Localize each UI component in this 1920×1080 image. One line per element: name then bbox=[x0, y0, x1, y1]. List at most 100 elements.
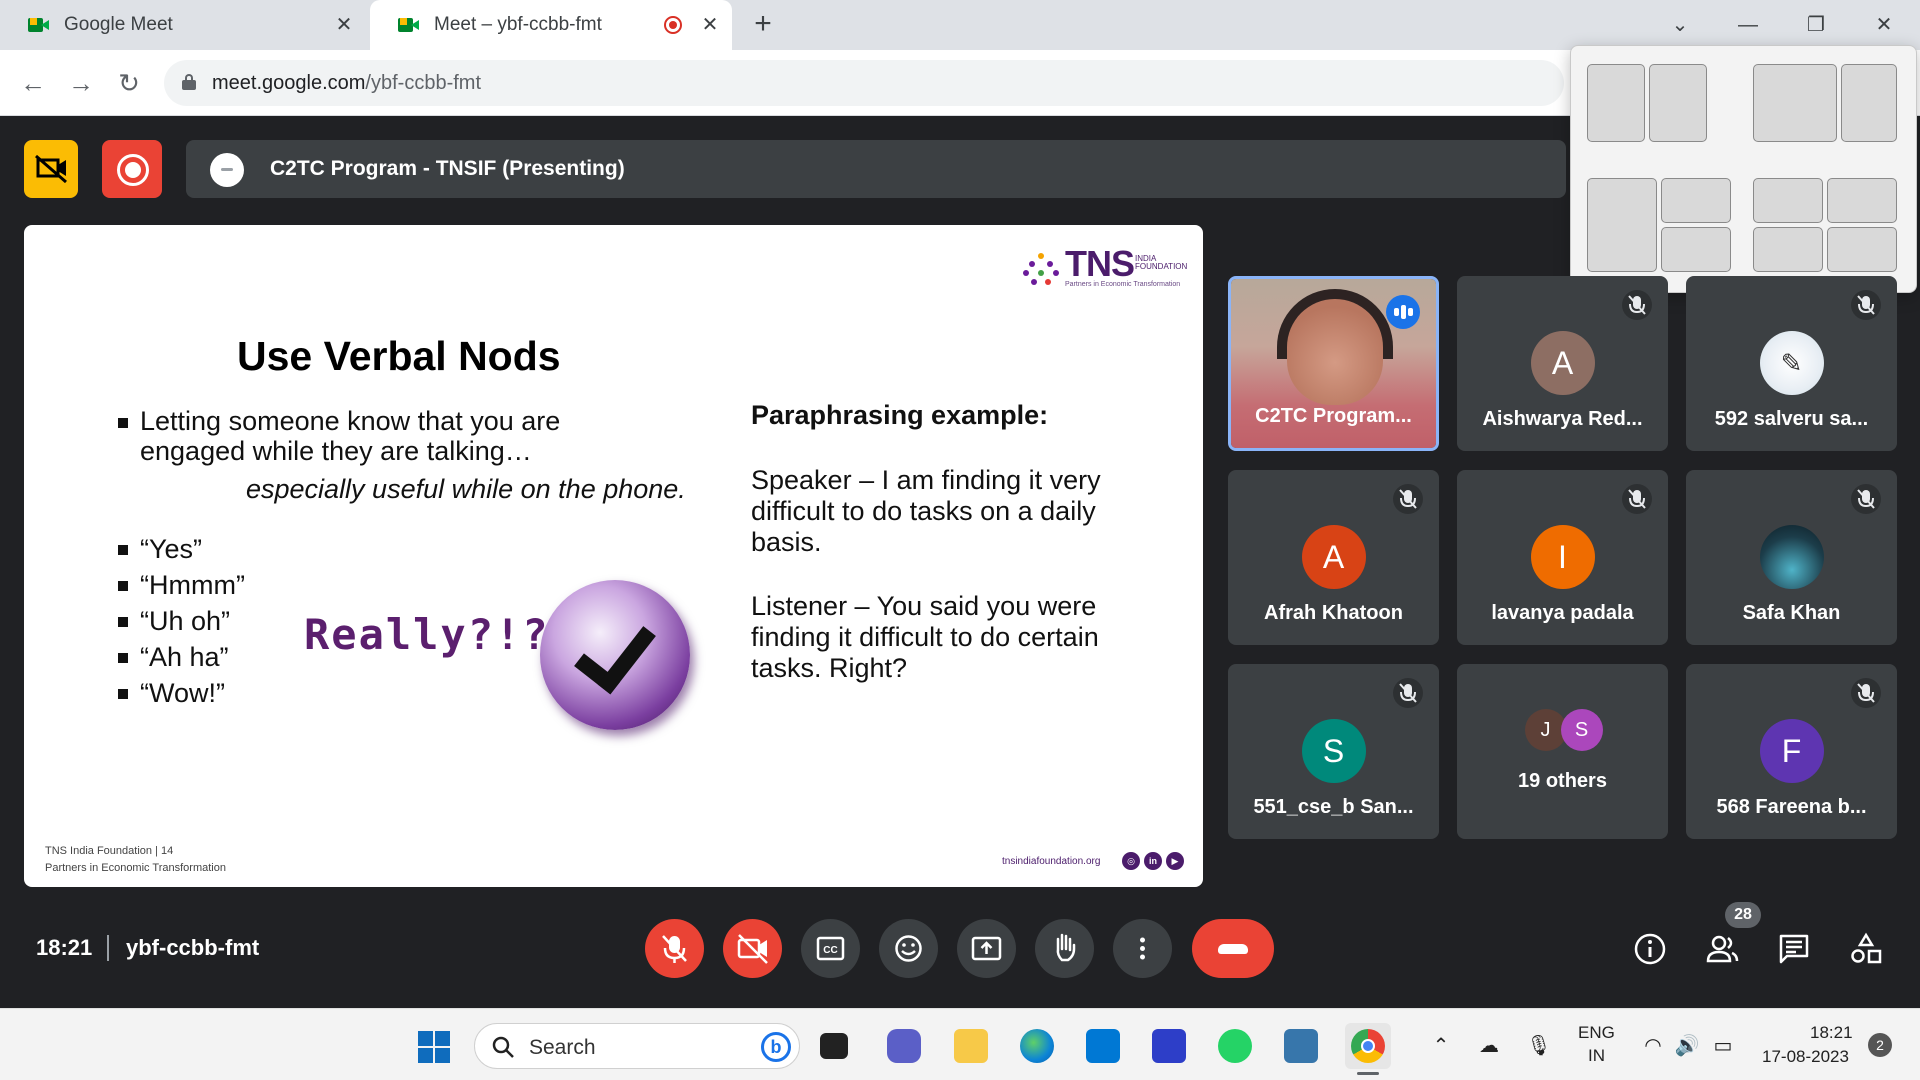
snap-zone[interactable] bbox=[1753, 64, 1837, 142]
activities-button[interactable] bbox=[1848, 931, 1884, 967]
file-explorer-icon[interactable] bbox=[954, 1029, 988, 1063]
raise-hand-button[interactable] bbox=[1035, 919, 1094, 978]
snap-zone[interactable] bbox=[1587, 178, 1657, 272]
camera-off-indicator[interactable] bbox=[24, 140, 78, 198]
snap-zone[interactable] bbox=[1661, 178, 1731, 223]
participant-avatar-image bbox=[1759, 525, 1824, 589]
language-indicator[interactable]: ENG bbox=[1578, 1023, 1615, 1043]
video-off-icon bbox=[35, 154, 67, 184]
participant-tile[interactable]: Safa Khan bbox=[1686, 470, 1897, 645]
slide-footer-tagline: Partners in Economic Transformation bbox=[45, 862, 226, 874]
sub-bullet: “Yes” bbox=[117, 534, 203, 564]
region-indicator: IN bbox=[1588, 1046, 1605, 1065]
volume-icon[interactable]: 🔊 bbox=[1674, 1033, 1700, 1059]
new-tab-button[interactable]: + bbox=[748, 9, 778, 40]
tab-title: Google Meet bbox=[64, 14, 173, 35]
snap-zone[interactable] bbox=[1587, 64, 1645, 142]
microsoft-store-icon[interactable] bbox=[1086, 1029, 1120, 1063]
snap-zone[interactable] bbox=[1753, 178, 1823, 223]
mic-off-icon bbox=[1851, 290, 1881, 320]
teams-app-icon[interactable] bbox=[887, 1029, 921, 1063]
leave-call-button[interactable] bbox=[1192, 919, 1274, 978]
meeting-code: ybf-ccbb-fmt bbox=[126, 935, 260, 960]
participant-tile[interactable]: F 568 Fareena b... bbox=[1686, 664, 1897, 839]
tab-search-chevron-icon[interactable]: ⌄ bbox=[1660, 10, 1700, 40]
forward-button[interactable]: → bbox=[64, 66, 98, 100]
onedrive-icon[interactable]: ☁ bbox=[1476, 1033, 1502, 1059]
tab-title: Meet – ybf-ccbb-fmt bbox=[434, 14, 602, 35]
participant-avatar: F bbox=[1759, 719, 1824, 783]
mic-off-icon bbox=[1622, 484, 1652, 514]
microphone-icon[interactable]: 🎙 bbox=[1526, 1033, 1552, 1059]
participant-tile[interactable]: S 551_cse_b San... bbox=[1228, 664, 1439, 839]
participant-name: Afrah Khatoon bbox=[1264, 602, 1403, 624]
tns-logo-dots-icon bbox=[1023, 251, 1059, 287]
omnibox[interactable]: meet.google.com/ybf-ccbb-fmt bbox=[164, 60, 1564, 106]
bing-icon[interactable]: b bbox=[761, 1032, 791, 1062]
close-tab-icon[interactable]: ✕ bbox=[332, 13, 356, 37]
tab-meet-call[interactable]: Meet – ybf-ccbb-fmt ✕ bbox=[370, 0, 732, 50]
snap-zone[interactable] bbox=[1753, 227, 1823, 272]
reactions-button[interactable] bbox=[879, 919, 938, 978]
participant-tile[interactable]: ✎ 592 salveru sa... bbox=[1686, 276, 1897, 451]
slide-bullet: Letting someone know that you are engage… bbox=[118, 406, 660, 466]
snap-zone[interactable] bbox=[1827, 178, 1897, 223]
back-button[interactable]: ← bbox=[16, 66, 50, 100]
python-app-icon[interactable] bbox=[1284, 1029, 1318, 1063]
notification-badge[interactable]: 2 bbox=[1868, 1033, 1892, 1057]
lock-icon[interactable] bbox=[182, 74, 196, 90]
others-tile[interactable]: J S 19 others bbox=[1457, 664, 1668, 839]
url-text: meet.google.com/ybf-ccbb-fmt bbox=[212, 72, 481, 94]
emoji-icon bbox=[895, 935, 922, 962]
presentation-title: C2TC Program - TNSIF (Presenting) bbox=[270, 157, 625, 180]
people-count-badge: 28 bbox=[1725, 902, 1761, 928]
snap-zone[interactable] bbox=[1841, 64, 1897, 142]
mic-toggle-button[interactable] bbox=[645, 919, 704, 978]
windows-start-icon[interactable] bbox=[418, 1031, 450, 1063]
participant-avatar-image: ✎ bbox=[1759, 331, 1824, 395]
video-off-icon bbox=[737, 934, 768, 964]
taskbar-date[interactable]: 17-08-2023 bbox=[1762, 1047, 1849, 1067]
restore-button[interactable]: ❐ bbox=[1796, 10, 1836, 40]
participant-tile[interactable]: I lavanya padala bbox=[1457, 470, 1668, 645]
snap-zone[interactable] bbox=[1661, 227, 1731, 272]
whatsapp-icon[interactable] bbox=[1218, 1029, 1252, 1063]
recording-button[interactable] bbox=[102, 140, 162, 198]
snap-zone[interactable] bbox=[1649, 64, 1707, 142]
participant-name: 592 salveru sa... bbox=[1714, 408, 1869, 430]
app-icon[interactable] bbox=[1152, 1029, 1186, 1063]
taskbar-search-box[interactable]: Search b bbox=[474, 1023, 800, 1069]
slide-footer-org: TNS India Foundation | 14 bbox=[45, 845, 174, 857]
chat-button[interactable] bbox=[1776, 931, 1812, 967]
close-tab-icon[interactable]: ✕ bbox=[698, 13, 722, 37]
meet-favicon-icon bbox=[28, 16, 50, 34]
battery-icon[interactable]: ▭ bbox=[1710, 1033, 1736, 1059]
chevron-up-icon[interactable]: ⌃ bbox=[1428, 1033, 1454, 1059]
more-options-button[interactable] bbox=[1113, 919, 1172, 978]
hand-icon bbox=[1056, 933, 1076, 962]
captions-button[interactable]: CC bbox=[801, 919, 860, 978]
snap-zone[interactable] bbox=[1827, 227, 1897, 272]
chrome-taskbar-button[interactable] bbox=[1345, 1023, 1391, 1075]
participant-tile[interactable]: A Aishwarya Red... bbox=[1457, 276, 1668, 451]
mic-off-icon bbox=[662, 935, 687, 963]
present-icon bbox=[971, 936, 1002, 961]
file-manager-app-icon[interactable] bbox=[820, 1033, 848, 1059]
camera-toggle-button[interactable] bbox=[723, 919, 782, 978]
participant-tile[interactable]: A Afrah Khatoon bbox=[1228, 470, 1439, 645]
tab-google-meet[interactable]: Google Meet ✕ bbox=[0, 0, 366, 50]
reload-button[interactable]: ↻ bbox=[112, 66, 146, 100]
taskbar-clock[interactable]: 18:21 bbox=[1810, 1023, 1853, 1043]
close-window-button[interactable]: ✕ bbox=[1864, 10, 1904, 40]
edge-browser-icon[interactable] bbox=[1020, 1029, 1054, 1063]
others-avatar: S bbox=[1560, 709, 1603, 751]
wifi-icon[interactable]: ◠ bbox=[1640, 1033, 1666, 1059]
presenter-avatar-icon bbox=[210, 153, 244, 187]
mic-off-icon bbox=[1393, 484, 1423, 514]
present-now-button[interactable] bbox=[957, 919, 1016, 978]
participant-tile[interactable]: C2TC Program... bbox=[1228, 276, 1439, 451]
sub-bullet: “Uh oh” bbox=[117, 606, 231, 636]
people-button[interactable] bbox=[1704, 931, 1740, 967]
meeting-details-button[interactable] bbox=[1632, 931, 1668, 967]
minimize-button[interactable]: — bbox=[1728, 10, 1768, 40]
